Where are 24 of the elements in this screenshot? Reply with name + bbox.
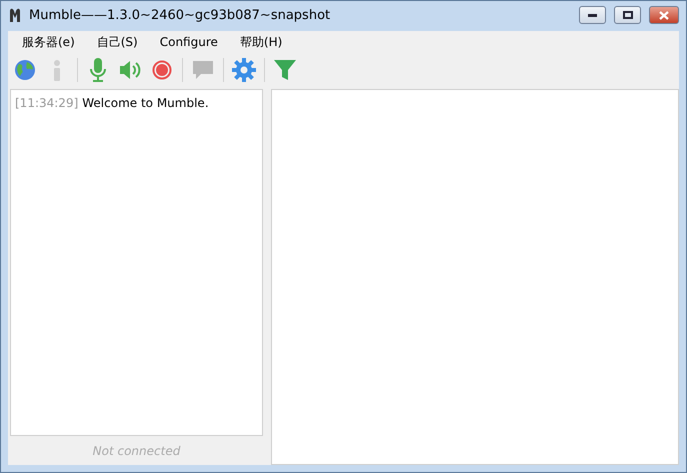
timestamp: [11:34:29] (15, 96, 78, 110)
minimize-icon (588, 14, 597, 16)
close-icon (659, 10, 669, 20)
microphone-icon (90, 58, 106, 82)
info-icon (52, 59, 62, 81)
close-button[interactable] (649, 6, 679, 24)
globe-icon (14, 59, 36, 81)
menu-item[interactable]: 自己(S) (86, 34, 149, 50)
maximize-icon (622, 11, 632, 19)
menu-item[interactable]: Configure (148, 35, 229, 49)
window-title: Mumble——1.3.0~2460~gc93b087~snapshot (29, 8, 332, 22)
menu-item[interactable]: 服务器(e) (11, 34, 86, 50)
connection-status: Not connected (92, 444, 180, 458)
toolbar-button[interactable] (229, 55, 259, 85)
menu-item[interactable]: 帮助(H) (228, 34, 294, 50)
speaker-icon (119, 60, 141, 80)
log-message: Welcome to Mumble. (82, 96, 209, 110)
record-icon (152, 60, 172, 80)
settings-icon (232, 58, 256, 82)
app-icon (8, 7, 23, 23)
filter-icon (274, 59, 296, 81)
speech-bubble-icon (192, 60, 214, 80)
maximize-button[interactable] (614, 6, 641, 24)
minimize-button[interactable] (579, 6, 606, 24)
